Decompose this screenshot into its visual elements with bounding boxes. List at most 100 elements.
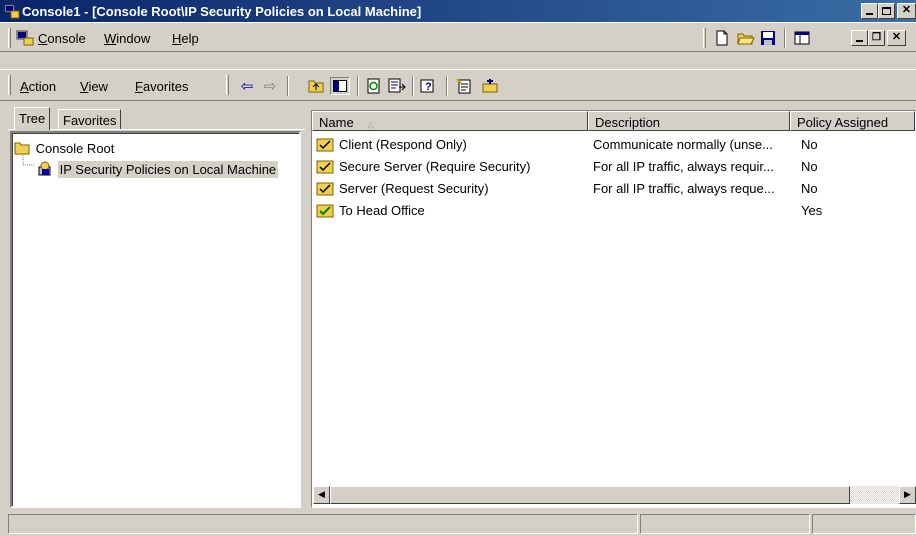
status-cell-main: [8, 514, 638, 534]
scroll-left-button[interactable]: ◀: [313, 486, 330, 504]
tree-item-label: Console Root: [35, 141, 115, 156]
new-button[interactable]: [712, 29, 732, 47]
status-bar: [0, 512, 916, 536]
maximize-button[interactable]: [878, 3, 895, 19]
folder-icon: [14, 142, 30, 155]
policy-assigned: Yes: [801, 203, 823, 218]
save-icon: [761, 31, 775, 45]
svg-text:?: ?: [425, 81, 432, 93]
export-list-button[interactable]: [387, 77, 407, 95]
policy-description: Communicate normally (unse...: [593, 137, 773, 152]
menu-help[interactable]: Help: [172, 31, 199, 46]
action-toolbar: Action View Favorites ⇦ ⇨ ?: [0, 69, 916, 101]
open-button[interactable]: [736, 29, 756, 47]
tree-item-label: IP Security Policies on Local Machine: [57, 161, 279, 178]
tab-favorites[interactable]: Favorites: [58, 109, 122, 130]
list-item[interactable]: Secure Server (Require Security) For all…: [312, 156, 912, 178]
mdi-minimize-button[interactable]: [851, 30, 868, 46]
policy-assigned-icon: [316, 204, 334, 218]
policy-icon: [316, 160, 334, 174]
column-header-policy-assigned[interactable]: Policy Assigned: [790, 111, 915, 131]
menu-favorites[interactable]: Favorites: [135, 79, 188, 94]
console-menu-icon[interactable]: [16, 30, 34, 46]
up-one-level-button[interactable]: [306, 77, 326, 95]
save-button[interactable]: [758, 29, 778, 47]
policy-assigned: No: [801, 159, 818, 174]
menu-window[interactable]: Window: [104, 31, 150, 46]
menu-console[interactable]: Console: [38, 31, 86, 46]
show-hide-tree-icon: [333, 80, 347, 92]
tab-tree[interactable]: Tree: [14, 107, 51, 130]
tab-baseline: [8, 129, 305, 130]
sort-ascending-icon: △: [367, 119, 375, 129]
refresh-button[interactable]: [364, 77, 384, 95]
column-header-label: Name: [319, 115, 354, 130]
toolbar-grip[interactable]: [703, 28, 706, 48]
toolbar-separator: [357, 76, 359, 96]
list-item[interactable]: To Head Office Yes: [312, 200, 912, 222]
scroll-right-button[interactable]: ▶: [899, 486, 916, 504]
policy-name: Client (Respond Only): [339, 137, 467, 152]
console-tree[interactable]: Console Root IP Security Policies on Loc…: [10, 131, 301, 508]
up-one-level-icon: [308, 80, 324, 93]
results-list[interactable]: Name △ Description Policy Assigned Clien…: [311, 110, 916, 508]
back-button[interactable]: ⇦: [237, 77, 257, 95]
tree-connector: [22, 155, 35, 166]
list-item[interactable]: Client (Respond Only) Communicate normal…: [312, 134, 912, 156]
help-button[interactable]: ?: [419, 77, 439, 95]
mdi-restore-button[interactable]: ❐: [868, 30, 885, 46]
policy-assigned: No: [801, 181, 818, 196]
manage-filters-icon: [482, 79, 498, 93]
scroll-thumb[interactable]: [330, 486, 850, 504]
menu-grip[interactable]: [8, 75, 11, 95]
ip-security-policies-icon: [38, 161, 51, 176]
manage-filters-button[interactable]: [480, 77, 500, 95]
policy-icon: [316, 138, 334, 152]
right-arrow-icon: ▶: [904, 489, 911, 499]
tree-item-ip-security-policies[interactable]: IP Security Policies on Local Machine: [36, 160, 279, 178]
console-tree-icon: [794, 31, 810, 45]
maximize-icon: [882, 7, 891, 15]
left-arrow-icon: ◀: [318, 489, 325, 499]
menu-action[interactable]: Action: [20, 79, 56, 94]
tree-item-console-root[interactable]: Console Root: [14, 141, 116, 156]
policy-name: Server (Request Security): [339, 181, 489, 196]
back-arrow-icon: ⇦: [240, 78, 254, 95]
show-hide-tree-button[interactable]: [330, 77, 350, 95]
minimize-icon: [856, 40, 863, 42]
column-header-description[interactable]: Description: [588, 111, 790, 131]
horizontal-scrollbar[interactable]: ◀ ▶: [313, 486, 916, 504]
export-list-icon: [388, 78, 406, 93]
create-policy-button[interactable]: [455, 77, 475, 95]
mdi-close-button[interactable]: ✕: [887, 30, 906, 46]
close-button[interactable]: ✕: [897, 3, 916, 19]
list-item[interactable]: Server (Request Security) For all IP tra…: [312, 178, 912, 200]
minimize-icon: [866, 13, 873, 15]
menu-grip[interactable]: [8, 28, 11, 48]
menu-action-label: ction: [28, 79, 57, 94]
create-policy-icon: [456, 78, 471, 94]
status-cell-3: [812, 514, 916, 534]
policy-assigned: No: [801, 137, 818, 152]
menu-console-label: onsole: [47, 31, 86, 46]
open-folder-icon: [737, 33, 755, 45]
console-tree-button[interactable]: [792, 29, 812, 47]
toolbar-separator: [287, 76, 289, 96]
close-icon: ✕: [901, 4, 912, 16]
scroll-track[interactable]: [850, 486, 899, 504]
close-icon: ✕: [891, 31, 902, 43]
column-header-name[interactable]: Name △: [312, 111, 588, 131]
toolbar-separator: [446, 76, 448, 96]
minimize-button[interactable]: [861, 3, 878, 19]
new-icon: [716, 30, 728, 46]
policy-description: For all IP traffic, always requir...: [593, 159, 774, 174]
title-bar: Console1 - [Console Root\IP Security Pol…: [0, 0, 916, 22]
toolbar-separator: [784, 28, 786, 48]
refresh-icon: [367, 78, 380, 94]
status-cell-2: [640, 514, 810, 534]
tab-tree-label: Tree: [19, 111, 46, 126]
forward-button[interactable]: ⇨: [260, 77, 280, 95]
toolbar-grip[interactable]: [226, 75, 229, 95]
menu-view[interactable]: View: [80, 79, 108, 94]
mmc-console-icon: [4, 4, 20, 19]
